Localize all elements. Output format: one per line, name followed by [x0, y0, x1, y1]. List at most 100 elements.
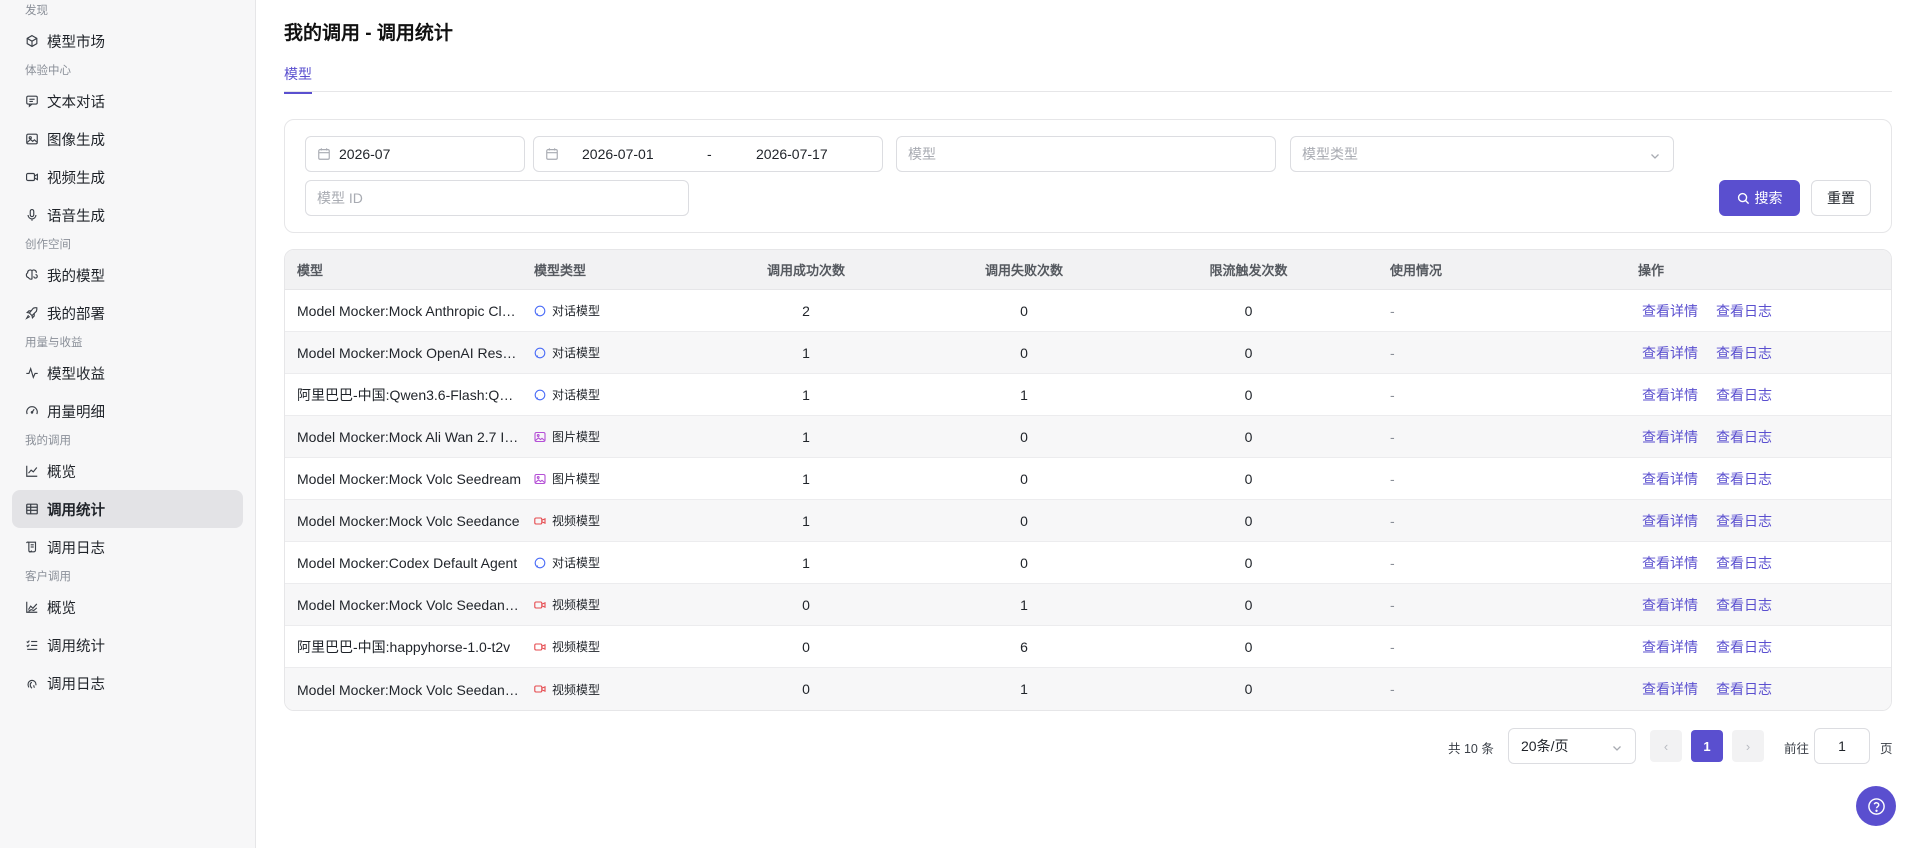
month-picker[interactable]: 2026-07: [305, 136, 525, 172]
view-detail-link[interactable]: 查看详情: [1642, 511, 1698, 531]
view-log-link[interactable]: 查看日志: [1716, 511, 1772, 531]
cell-success: 1: [802, 512, 810, 529]
sidebar-item-1-2[interactable]: 视频生成: [12, 158, 243, 196]
sidebar-item-label: 调用日志: [47, 540, 105, 557]
model-name: Model Mocker:Mock Volc Seedance: [297, 513, 520, 530]
page-size-value: 20条/页: [1521, 738, 1569, 754]
next-page-button[interactable]: ›: [1732, 730, 1764, 762]
cell-fail: 1: [1020, 596, 1028, 613]
view-detail-link[interactable]: 查看详情: [1642, 427, 1698, 447]
view-detail-link[interactable]: 查看详情: [1642, 301, 1698, 321]
cell-actions: 查看详情 查看日志: [1564, 427, 1891, 447]
line-chart-icon: [25, 464, 39, 478]
sidebar-item-label: 模型市场: [47, 34, 105, 51]
cell-usage: -: [1390, 302, 1395, 319]
sidebar-item-4-1[interactable]: 调用统计: [12, 490, 243, 528]
date-end[interactable]: 2026-07-17: [756, 146, 828, 162]
sidebar-item-1-0[interactable]: 文本对话: [12, 82, 243, 120]
col-success: 调用成功次数: [766, 263, 845, 278]
calendar-icon: [545, 147, 559, 161]
view-log-link[interactable]: 查看日志: [1716, 637, 1772, 657]
cell-model-type: 对话模型: [534, 344, 697, 361]
model-type-select[interactable]: 模型类型: [1290, 136, 1674, 172]
model-type-label: 视频模型: [552, 682, 601, 697]
view-log-link[interactable]: 查看日志: [1716, 301, 1772, 321]
view-detail-link[interactable]: 查看详情: [1642, 595, 1698, 615]
sidebar-item-2-1[interactable]: 我的部署: [12, 294, 243, 332]
model-name: Model Mocker:Mock Volc Seedream: [297, 471, 522, 488]
view-log-link[interactable]: 查看日志: [1716, 469, 1772, 489]
cell-model: Model Mocker:Mock Ali Wan 2.7 Image: [285, 428, 534, 445]
table-row: Model Mocker:Mock Volc Seedream 图片模型 1 0…: [285, 458, 1891, 500]
pagination-total: 共 10 条: [1448, 742, 1494, 756]
sidebar-item-5-2[interactable]: 调用日志: [12, 664, 243, 702]
sidebar-item-label: 调用统计: [47, 638, 105, 655]
date-range-picker[interactable]: 2026-07-01 - 2026-07-17: [533, 136, 883, 172]
search-button[interactable]: 搜索: [1719, 180, 1800, 216]
tab-model[interactable]: 模型: [284, 64, 312, 94]
gauge-icon: [25, 404, 39, 418]
cell-usage: -: [1390, 596, 1395, 613]
cell-success: 1: [802, 344, 810, 361]
page-size-select[interactable]: 20条/页: [1508, 728, 1636, 764]
sidebar-item-3-0[interactable]: 模型收益: [12, 354, 243, 392]
help-button[interactable]: [1856, 786, 1896, 826]
goto-unit: 页: [1880, 742, 1893, 756]
reset-button[interactable]: 重置: [1811, 180, 1871, 216]
cell-actions: 查看详情 查看日志: [1564, 301, 1891, 321]
sidebar-item-4-2[interactable]: 调用日志: [12, 528, 243, 566]
cell-success: 0: [802, 596, 810, 613]
cell-fail: 0: [1020, 428, 1028, 445]
cell-fail: 6: [1020, 638, 1028, 655]
model-id-input[interactable]: 模型 ID: [305, 180, 689, 216]
prev-page-button[interactable]: ‹: [1650, 730, 1682, 762]
view-detail-link[interactable]: 查看详情: [1642, 679, 1698, 699]
month-value: 2026-07: [339, 146, 391, 162]
view-detail-link[interactable]: 查看详情: [1642, 469, 1698, 489]
sidebar-item-5-0[interactable]: 概览: [12, 588, 243, 626]
view-log-link[interactable]: 查看日志: [1716, 595, 1772, 615]
sidebar: 发现 模型市场 体验中心 文本对话 图像生成 视频生成 语音生成 创作空间 我的…: [0, 0, 256, 848]
view-log-link[interactable]: 查看日志: [1716, 679, 1772, 699]
sidebar-item-4-0[interactable]: 概览: [12, 452, 243, 490]
model-type-label: 对话模型: [552, 556, 601, 570]
view-log-link[interactable]: 查看日志: [1716, 343, 1772, 363]
sidebar-item-0-0[interactable]: 模型市场: [12, 22, 243, 60]
goto-page-input[interactable]: 1: [1814, 728, 1870, 764]
sidebar-section-title: 体验中心: [25, 65, 71, 77]
cell-model: Model Mocker:Mock OpenAI Responses: [285, 344, 534, 361]
view-detail-link[interactable]: 查看详情: [1642, 637, 1698, 657]
sidebar-item-3-1[interactable]: 用量明细: [12, 392, 243, 430]
model-type-label: 图片模型: [552, 472, 601, 486]
cell-actions: 查看详情 查看日志: [1564, 595, 1891, 615]
table-row: Model Mocker:Mock Ali Wan 2.7 Image 图片模型…: [285, 416, 1891, 458]
page-title: 我的调用 - 调用统计: [284, 23, 453, 44]
stats-table: 模型 模型类型 调用成功次数 调用失败次数 限流触发次数 使用情况 操作 Mod…: [284, 249, 1892, 711]
sidebar-item-1-3[interactable]: 语音生成: [12, 196, 243, 234]
col-usage: 使用情况: [1390, 263, 1443, 278]
sidebar-item-2-0[interactable]: 我的模型: [12, 256, 243, 294]
cell-actions: 查看详情 查看日志: [1564, 553, 1891, 573]
view-detail-link[interactable]: 查看详情: [1642, 385, 1698, 405]
cell-throttle: 0: [1244, 554, 1253, 571]
col-model-type: 模型类型: [534, 263, 587, 278]
sidebar-item-5-1[interactable]: 调用统计: [12, 626, 243, 664]
date-start[interactable]: 2026-07-01: [582, 146, 654, 162]
view-log-link[interactable]: 查看日志: [1716, 427, 1772, 447]
view-log-link[interactable]: 查看日志: [1716, 553, 1772, 573]
view-detail-link[interactable]: 查看详情: [1642, 553, 1698, 573]
chat-type-icon: [534, 305, 546, 317]
cell-model-type: 视频模型: [534, 512, 697, 529]
cell-actions: 查看详情 查看日志: [1564, 385, 1891, 405]
sidebar-item-label: 语音生成: [47, 208, 105, 225]
cell-success: 0: [802, 638, 810, 655]
view-log-link[interactable]: 查看日志: [1716, 385, 1772, 405]
page-number-current[interactable]: 1: [1691, 730, 1723, 762]
sidebar-item-1-1[interactable]: 图像生成: [12, 120, 243, 158]
model-input[interactable]: 模型: [896, 136, 1276, 172]
view-detail-link[interactable]: 查看详情: [1642, 343, 1698, 363]
cell-usage: -: [1390, 681, 1395, 697]
cell-fail: 1: [1020, 386, 1028, 403]
rocket-icon: [25, 306, 39, 320]
video-type-icon: [534, 515, 546, 527]
